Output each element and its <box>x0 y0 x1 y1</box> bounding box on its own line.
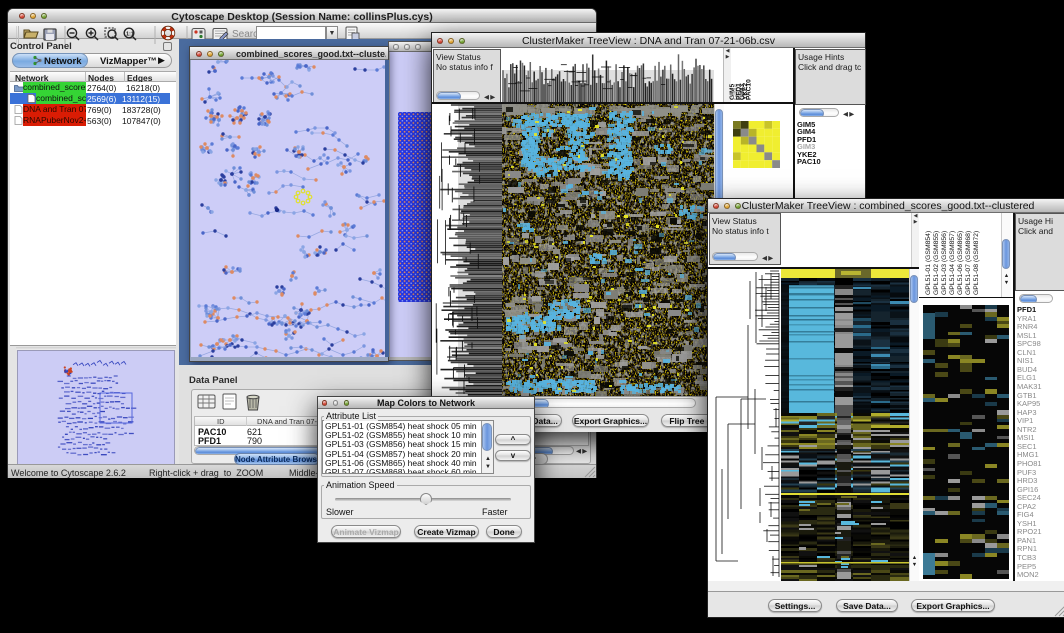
svg-text:GPL51-07 (GSM868): GPL51-07 (GSM868) <box>965 231 972 295</box>
svg-text:GPL51-06 (GSM865): GPL51-06 (GSM865) <box>957 231 964 295</box>
svg-text:GPL51-08 (GSM872): GPL51-08 (GSM872) <box>973 231 980 295</box>
svg-text:GPL51-03 (GSM856): GPL51-03 (GSM856) <box>941 231 948 295</box>
svg-text:GPL51-02 (GSM855): GPL51-02 (GSM855) <box>933 231 940 295</box>
svg-text:GPL51-04 (GSM857): GPL51-04 (GSM857) <box>949 231 956 295</box>
svg-text:PAC10: PAC10 <box>746 79 753 100</box>
svg-text:GPL51-01 (GSM854): GPL51-01 (GSM854) <box>925 231 932 295</box>
svg-text:1:1: 1:1 <box>126 32 134 38</box>
